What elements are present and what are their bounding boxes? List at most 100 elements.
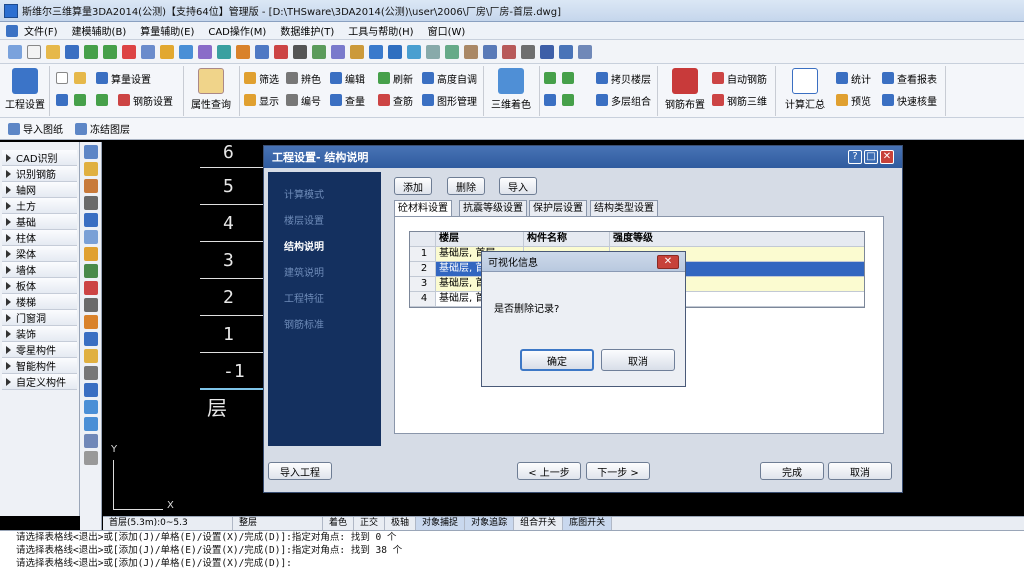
- triangle-tool-icon[interactable]: [83, 400, 98, 414]
- view-report-button[interactable]: 查看报表: [882, 70, 937, 86]
- three-d-color-button[interactable]: 三维着色: [488, 66, 534, 112]
- rebar-3d-button[interactable]: 钢筋三维: [712, 92, 767, 108]
- tab-cover-layer[interactable]: 保护层设置: [529, 200, 587, 216]
- tab-structure-type[interactable]: 结构类型设置: [590, 200, 658, 216]
- menu-cad[interactable]: CAD操作(M): [208, 23, 266, 38]
- step-building-notes[interactable]: 建筑说明: [284, 264, 324, 279]
- maximize-icon[interactable]: □: [864, 150, 878, 164]
- menu-modeling[interactable]: 建模辅助(B): [72, 23, 127, 38]
- previous-step-button[interactable]: < 上一步: [517, 462, 581, 480]
- erase-icon[interactable]: [502, 44, 516, 59]
- freeze-layer-button[interactable]: 冻结图层: [75, 121, 130, 136]
- column-header[interactable]: 楼层: [436, 232, 524, 246]
- current-floor-select[interactable]: 首层(5.3m):0~5.3: [103, 517, 233, 530]
- nav-misc-components[interactable]: 零星构件: [2, 342, 77, 358]
- top-view-icon[interactable]: [464, 44, 478, 59]
- tool-b-button[interactable]: [562, 92, 577, 108]
- rotate-tool-icon[interactable]: [83, 417, 98, 431]
- move-tool-icon[interactable]: [83, 383, 98, 397]
- toggle-object-snap[interactable]: 对象捕捉: [416, 517, 466, 530]
- calc-settings-button[interactable]: 算量设置: [96, 70, 151, 86]
- text-style-button[interactable]: [56, 92, 71, 108]
- slab-tool-icon[interactable]: [83, 264, 98, 278]
- toggle-group[interactable]: 组合开关: [514, 517, 564, 530]
- step-floor-settings[interactable]: 楼层设置: [284, 212, 324, 227]
- orbit-icon[interactable]: [407, 44, 421, 59]
- copy-floor-button[interactable]: 拷贝楼层: [596, 70, 651, 86]
- toggle-polar[interactable]: 极轴: [385, 517, 417, 530]
- preview-button[interactable]: 预览: [836, 92, 871, 108]
- pan-icon[interactable]: [483, 44, 497, 59]
- wall-tool-icon[interactable]: [83, 247, 98, 261]
- foundation-tool-icon[interactable]: [83, 196, 98, 210]
- quick-check-button[interactable]: 快速核量: [882, 92, 937, 108]
- export-icon[interactable]: [540, 44, 554, 59]
- close-icon[interactable]: ✕: [880, 150, 894, 164]
- new-file-icon[interactable]: [8, 44, 22, 59]
- eraser-tool-icon[interactable]: [83, 451, 98, 465]
- floor-mode-select[interactable]: 整层: [233, 517, 323, 530]
- step-project-features[interactable]: 工程特征: [284, 290, 324, 305]
- menu-calc[interactable]: 算量辅助(E): [140, 23, 194, 38]
- confirm-cancel-button[interactable]: 取消: [601, 349, 675, 371]
- tab-concrete-material[interactable]: 砼材料设置: [394, 200, 452, 216]
- finish-button[interactable]: 完成: [760, 462, 824, 480]
- cube-icon[interactable]: [369, 44, 383, 59]
- menu-file[interactable]: 文件(F): [24, 23, 58, 38]
- layer-icon[interactable]: [198, 44, 212, 59]
- nav-stairs[interactable]: 楼梯: [2, 294, 77, 310]
- column-header[interactable]: 构件名称: [524, 232, 610, 246]
- show-button[interactable]: 显示: [244, 92, 279, 108]
- star-tool-icon[interactable]: [83, 162, 98, 176]
- refresh-button[interactable]: 刷新: [378, 70, 413, 86]
- import-project-button[interactable]: 导入工程: [268, 462, 332, 480]
- side-view-icon[interactable]: [445, 44, 459, 59]
- nav-custom-components[interactable]: 自定义构件: [2, 374, 77, 390]
- nav-axis[interactable]: 轴网: [2, 182, 77, 198]
- statistics-button[interactable]: 统计: [836, 70, 871, 86]
- view-dropdown-button[interactable]: [562, 70, 577, 86]
- front-view-icon[interactable]: [426, 44, 440, 59]
- zoom-tool-icon[interactable]: [83, 332, 98, 346]
- blank-icon[interactable]: [27, 44, 41, 59]
- step-rebar-standards[interactable]: 钢筋标准: [284, 316, 324, 331]
- cut-icon[interactable]: [122, 44, 136, 59]
- nav-smart-components[interactable]: 智能构件: [2, 358, 77, 374]
- nav-beam[interactable]: 梁体: [2, 246, 77, 262]
- menu-data[interactable]: 数据维护(T): [280, 23, 334, 38]
- menu-tools[interactable]: 工具与帮助(H): [348, 23, 413, 38]
- kxz-tool-icon[interactable]: [83, 315, 98, 329]
- paste-icon[interactable]: [160, 44, 174, 59]
- auto-rebar-button[interactable]: 自动钢筋: [712, 70, 767, 86]
- 3d-view-icon[interactable]: [388, 44, 402, 59]
- cancel-button[interactable]: 取消: [828, 462, 892, 480]
- pencil-tool-icon[interactable]: [83, 366, 98, 380]
- nav-cad-recognition[interactable]: CAD识别: [2, 150, 77, 166]
- project-settings-button[interactable]: 工程设置: [2, 66, 48, 112]
- save-icon[interactable]: [65, 44, 79, 59]
- tab-seismic-grade[interactable]: 抗震等级设置: [459, 200, 527, 216]
- copy-icon[interactable]: [141, 44, 155, 59]
- new-icon-button[interactable]: [56, 70, 71, 86]
- door-tool-icon[interactable]: [83, 298, 98, 312]
- rebar-settings-button[interactable]: 钢筋设置: [118, 92, 173, 108]
- settings-icon[interactable]: [521, 44, 535, 59]
- tool-a-button[interactable]: [544, 92, 559, 108]
- rebar-layout-button[interactable]: 钢筋布置: [662, 66, 708, 112]
- toggle-base-drawing[interactable]: 底图开关: [563, 517, 613, 530]
- toggle-shading[interactable]: 着色: [323, 517, 355, 530]
- multi-floor-button[interactable]: 多层组合: [596, 92, 651, 108]
- stairs-tool-icon[interactable]: [83, 281, 98, 295]
- nav-openings[interactable]: 门窗洞: [2, 310, 77, 326]
- import-drawing-button[interactable]: 导入图纸: [8, 121, 63, 136]
- next-step-button[interactable]: 下一步 >: [586, 462, 650, 480]
- undo-ribbon-button[interactable]: [74, 92, 89, 108]
- measure-icon[interactable]: [236, 44, 250, 59]
- view-icon[interactable]: [255, 44, 269, 59]
- calc-summary-button[interactable]: 计算汇总: [782, 66, 828, 112]
- redo-icon[interactable]: [103, 44, 117, 59]
- nav-column[interactable]: 柱体: [2, 230, 77, 246]
- undo-icon[interactable]: [84, 44, 98, 59]
- check-icon[interactable]: [312, 44, 326, 59]
- check-quantity-button[interactable]: 查量: [330, 92, 365, 108]
